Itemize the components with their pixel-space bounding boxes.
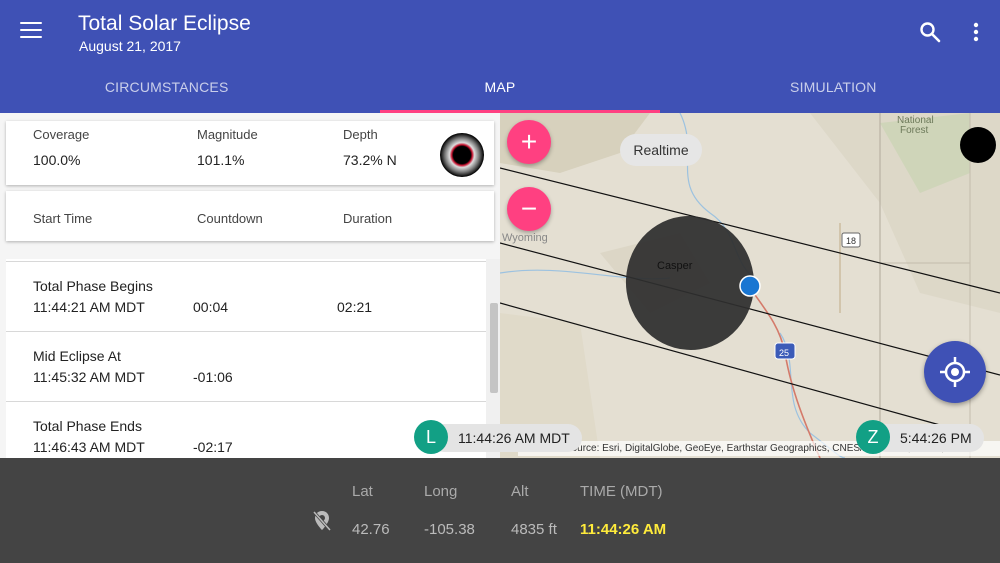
duration-label: Duration (343, 211, 393, 226)
app-bar: Total Solar Eclipse August 21, 2017 CIRC… (0, 0, 1000, 113)
map-label-city: Casper (657, 260, 693, 272)
alt-value: 4835 ft (511, 521, 557, 538)
current-location-marker[interactable] (739, 275, 761, 297)
list-item[interactable]: Total Phase Ends 11:46:43 AM MDT -02:17 (6, 401, 486, 458)
location-off-icon[interactable] (312, 509, 332, 533)
menu-icon[interactable] (20, 22, 42, 40)
gps-icon (940, 357, 970, 387)
local-time-badge: L (414, 420, 448, 454)
magnitude-value: 101.1% (197, 152, 245, 168)
local-time-text: 11:44:26 AM MDT (458, 430, 570, 446)
long-value: -105.38 (424, 521, 475, 538)
circumstances-panel: Coverage 100.0% Magnitude 101.1% Depth 7… (0, 113, 500, 458)
coverage-value: 100.0% (33, 152, 81, 168)
tab-simulation[interactable]: SIMULATION (667, 62, 1000, 113)
route-18-shield: 18 (846, 236, 856, 246)
eclipse-thumbnail[interactable] (440, 133, 484, 177)
map-label-state: Wyoming (502, 232, 548, 244)
my-location-button[interactable] (924, 341, 986, 403)
tab-circumstances[interactable]: CIRCUMSTANCES (0, 62, 333, 113)
zoom-out-button[interactable]: − (507, 187, 551, 231)
time-label: TIME (MDT) (580, 483, 663, 500)
alt-label: Alt (511, 483, 529, 500)
page-subtitle: August 21, 2017 (79, 38, 181, 54)
magnitude-label: Magnitude (197, 127, 258, 142)
svg-text:Forest: Forest (900, 125, 929, 136)
zulu-time-badge: Z (856, 420, 890, 454)
local-time-chip[interactable]: 11:44:26 AM MDT (430, 424, 582, 452)
page-title: Total Solar Eclipse (78, 12, 251, 35)
more-vert-icon[interactable] (966, 20, 986, 44)
summary-card: Coverage 100.0% Magnitude 101.1% Depth 7… (6, 121, 494, 185)
coverage-label: Coverage (33, 127, 90, 142)
search-icon[interactable] (918, 20, 942, 44)
tab-map[interactable]: MAP (333, 62, 666, 113)
zoom-in-button[interactable]: + (507, 120, 551, 164)
status-bar: Lat 42.76 Long -105.38 Alt 4835 ft TIME … (0, 458, 1000, 563)
tab-bar: CIRCUMSTANCES MAP SIMULATION (0, 62, 1000, 113)
route-25-shield: 25 (779, 348, 789, 358)
events-list[interactable]: Total Phase Begins 11:44:21 AM MDT 00:04… (6, 259, 486, 458)
list-item[interactable]: Mid Eclipse At 11:45:32 AM MDT -01:06 (6, 331, 486, 401)
eclipse-disc-icon[interactable] (960, 127, 996, 163)
long-label: Long (424, 483, 458, 500)
list-item[interactable]: Total Phase Begins 11:44:21 AM MDT 00:04… (6, 261, 486, 331)
start-time-label: Start Time (33, 211, 93, 226)
depth-value: 73.2% N (343, 152, 397, 168)
timing-header-card: Start Time Countdown Duration (6, 191, 494, 241)
lat-value: 42.76 (352, 521, 390, 538)
map-canvas: National Forest Wyoming Casper 18 25 (500, 113, 1000, 458)
realtime-button[interactable]: Realtime (620, 134, 702, 166)
scrollbar-thumb[interactable] (490, 303, 498, 393)
zulu-time-text: 5:44:26 PM (900, 430, 972, 446)
eclipse-map[interactable]: National Forest Wyoming Casper 18 25 (500, 113, 1000, 458)
lat-label: Lat (352, 483, 373, 500)
countdown-label: Countdown (197, 211, 263, 226)
time-value: 11:44:26 AM (580, 521, 667, 538)
depth-label: Depth (343, 127, 378, 142)
